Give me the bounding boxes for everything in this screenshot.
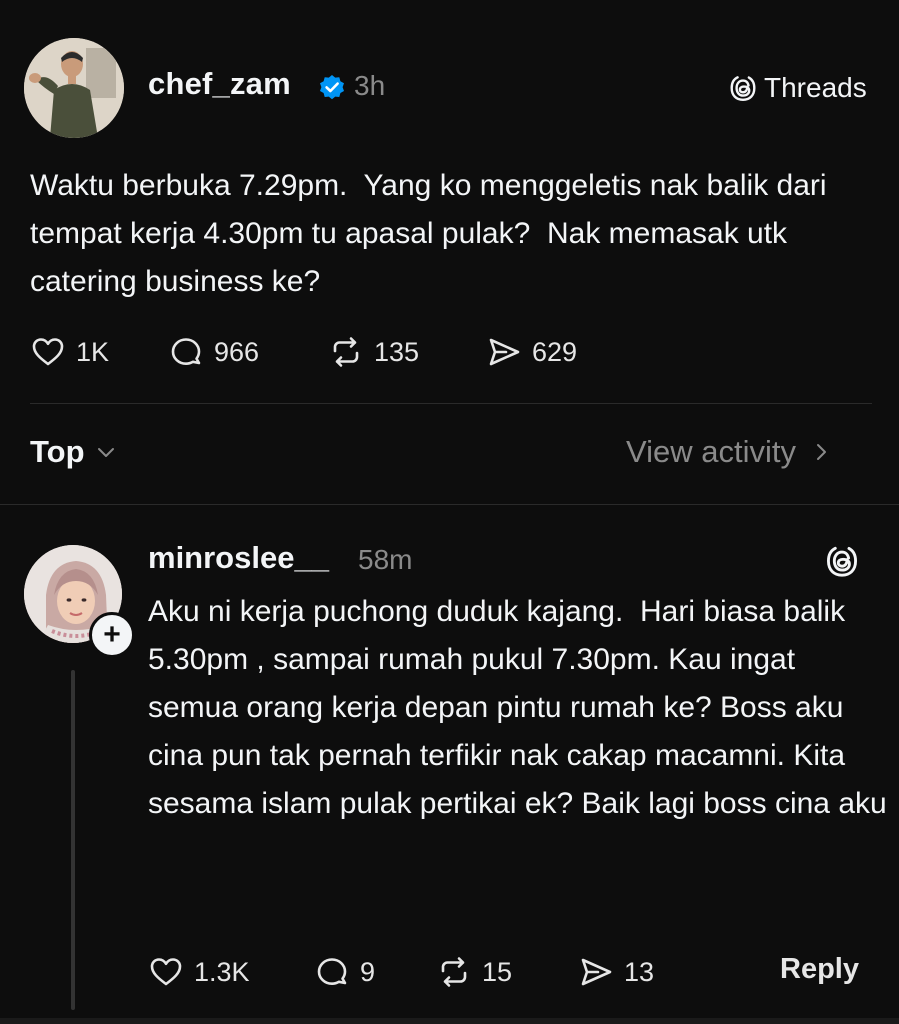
reply-body: Aku ni kerja puchong duduk kajang. Hari … — [148, 595, 887, 820]
post-body: Waktu berbuka 7.29pm. Yang ko menggeleti… — [30, 169, 835, 298]
sort-dropdown[interactable]: Top — [30, 434, 117, 470]
post-header: chef_zam 3h Threads — [0, 0, 899, 150]
reply-like-count: 1.3K — [194, 956, 250, 987]
reply-like-button[interactable]: 1.3K — [148, 952, 250, 992]
threads-logo-icon — [826, 545, 858, 577]
divider — [30, 403, 872, 404]
reply-repost-count: 15 — [482, 956, 513, 987]
share-button[interactable]: 629 — [486, 332, 577, 372]
like-button[interactable]: 1K — [30, 332, 109, 372]
share-icon — [581, 958, 612, 986]
repost-count: 135 — [374, 336, 420, 367]
reply-share-button[interactable]: 13 — [578, 952, 654, 992]
thread-connector-line — [71, 670, 75, 1010]
author-avatar[interactable] — [24, 38, 124, 138]
reply-comment-button[interactable]: 9 — [314, 952, 375, 992]
chevron-down-icon — [97, 448, 114, 457]
chevron-right-icon — [817, 444, 826, 460]
bottom-divider — [0, 1018, 899, 1024]
threads-logo-icon — [730, 75, 756, 102]
like-count: 1K — [76, 336, 110, 367]
threads-brand[interactable]: Threads — [728, 70, 867, 106]
author-photo — [24, 38, 124, 138]
view-activity-label: View activity — [626, 434, 796, 469]
reply-button[interactable]: Reply — [780, 953, 859, 986]
comment-button[interactable]: 966 — [168, 332, 259, 372]
repost-icon — [441, 957, 467, 987]
sort-label: Top — [30, 434, 85, 469]
share-count: 629 — [532, 336, 578, 367]
post-timestamp: 3h — [354, 70, 386, 101]
section-divider — [0, 504, 899, 505]
reply-timestamp: 58m — [358, 544, 413, 575]
reply-username[interactable]: minroslee__ — [148, 540, 329, 576]
comment-icon — [317, 958, 347, 985]
heart-icon — [32, 338, 64, 366]
repost-button[interactable]: 135 — [328, 332, 419, 372]
author-username[interactable]: chef_zam — [148, 66, 291, 102]
heart-icon — [150, 958, 182, 986]
follow-plus-button[interactable]: + — [89, 612, 135, 658]
reply-repost-button[interactable]: 15 — [436, 952, 512, 992]
comment-count: 966 — [214, 336, 260, 367]
reply-share-count: 13 — [624, 956, 655, 987]
threads-brand-label: Threads — [764, 72, 867, 103]
share-icon — [489, 338, 520, 366]
repost-icon — [333, 337, 359, 367]
reply-comment-count: 9 — [360, 956, 376, 987]
view-activity-link[interactable]: View activity — [626, 434, 832, 470]
verified-badge-icon — [320, 75, 344, 100]
comment-icon — [171, 338, 201, 365]
